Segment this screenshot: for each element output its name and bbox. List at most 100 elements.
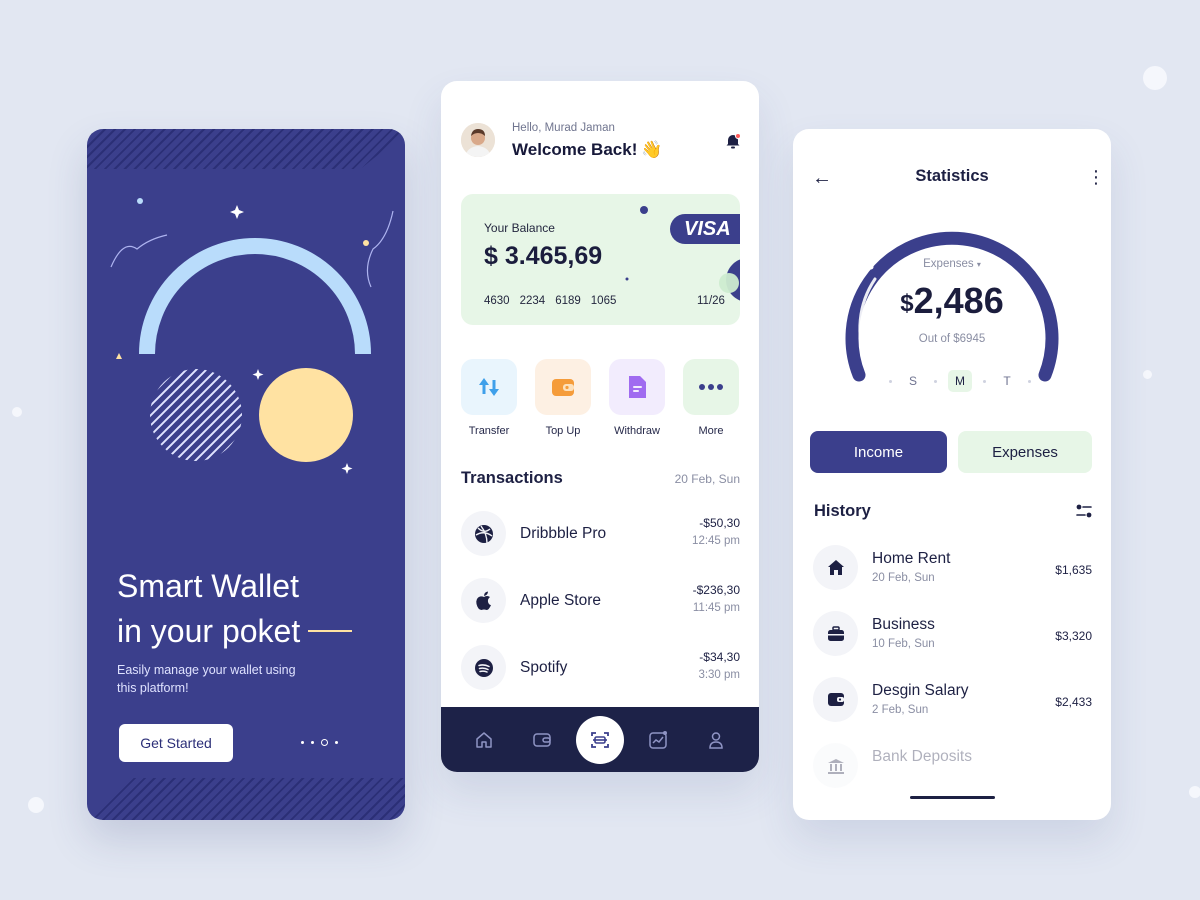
nav-profile[interactable] — [692, 716, 740, 764]
action-withdraw[interactable]: Withdraw — [609, 359, 665, 437]
decor-bubble — [1189, 786, 1200, 798]
visa-logo: VISA — [670, 214, 740, 244]
transaction-name: Apple Store — [520, 592, 601, 609]
pagination-dot[interactable] — [335, 741, 338, 744]
document-icon — [629, 376, 646, 398]
history-name: Desgin Salary — [872, 682, 969, 699]
transaction-amount: -$236,30 — [692, 583, 740, 597]
wallet-icon — [827, 693, 844, 706]
card-number-group: 1065 — [590, 295, 617, 307]
gauge-label[interactable]: Expenses ▾ — [793, 258, 1111, 270]
history-icon-wrap — [813, 677, 858, 722]
title-line-2-text: in your poket — [117, 613, 301, 649]
pagination-dot-active[interactable] — [321, 739, 328, 746]
gauge-currency: $ — [900, 290, 914, 317]
transaction-icon-wrap — [461, 511, 506, 556]
action-tile[interactable] — [535, 359, 591, 415]
transactions-list: Dribbble Pro -$50,30 12:45 pm Apple Stor… — [461, 509, 740, 710]
action-tile[interactable] — [683, 359, 739, 415]
pagination-dot[interactable] — [311, 741, 314, 744]
action-label: More — [698, 425, 724, 437]
history-amount: $3,320 — [1055, 629, 1092, 643]
day-dot — [889, 379, 892, 383]
profile-icon — [709, 731, 723, 749]
history-icon-wrap — [813, 743, 858, 788]
transfer-icon — [479, 378, 499, 396]
dribbble-icon — [474, 524, 493, 543]
greeting-text: Hello, Murad Jaman — [512, 122, 615, 134]
action-more[interactable]: More — [683, 359, 739, 437]
day-option[interactable]: S — [903, 374, 923, 388]
action-transfer[interactable]: Transfer — [461, 359, 517, 437]
avatar-photo-icon — [461, 123, 495, 157]
home-icon — [476, 731, 492, 748]
action-label: Top Up — [545, 425, 581, 437]
avatar[interactable] — [461, 123, 495, 157]
transaction-icon-wrap — [461, 645, 506, 690]
wallet-icon — [533, 732, 551, 747]
action-tile[interactable] — [609, 359, 665, 415]
decor-stripes — [87, 778, 405, 820]
history-row[interactable]: Home Rent 20 Feb, Sun $1,635 — [813, 543, 1092, 609]
gauge-subtitle: Out of $6945 — [918, 333, 986, 345]
chart-icon — [649, 730, 667, 749]
welcome-text: Welcome Back! — [512, 140, 638, 159]
day-option-active[interactable]: M — [948, 370, 972, 392]
action-tile[interactable] — [461, 359, 517, 415]
transaction-time: 12:45 pm — [692, 535, 740, 547]
transaction-row[interactable]: Spotify -$34,30 3:30 pm — [461, 643, 740, 710]
history-amount: $1,635 — [1055, 563, 1092, 577]
pagination-dots[interactable] — [301, 739, 338, 746]
statistics-screen: ← Statistics ⋮ Expenses ▾ $2,486 Out of … — [793, 129, 1111, 820]
nav-wallet[interactable] — [518, 716, 566, 764]
pagination-dot[interactable] — [301, 741, 304, 744]
transaction-row[interactable]: Dribbble Pro -$50,30 12:45 pm — [461, 509, 740, 576]
waving-hand-icon: 👋 — [641, 140, 663, 159]
nav-scan[interactable] — [576, 715, 624, 764]
nav-statistics[interactable] — [634, 716, 682, 764]
house-icon — [827, 560, 844, 575]
get-started-button[interactable]: Get Started — [119, 724, 233, 762]
history-icon-wrap — [813, 611, 858, 656]
transaction-time: 11:45 pm — [692, 602, 740, 614]
transaction-time: 3:30 pm — [698, 669, 740, 681]
tab-expenses[interactable]: Expenses — [958, 431, 1092, 473]
wallet-icon — [552, 379, 574, 396]
filter-icon[interactable] — [1076, 504, 1092, 518]
spotify-icon — [474, 658, 493, 677]
day-selector: S M T — [889, 370, 1031, 392]
tab-income[interactable]: Income — [810, 431, 947, 473]
more-options-icon[interactable]: ⋮ — [1087, 167, 1105, 187]
decor-bubble — [12, 407, 22, 417]
day-option[interactable]: T — [997, 374, 1017, 388]
balance-amount: $ 3.465,69 — [484, 242, 603, 270]
title-dash — [308, 629, 353, 632]
card-number-group: 4630 — [484, 295, 510, 307]
history-row[interactable]: Business 10 Feb, Sun $3,320 — [813, 609, 1092, 675]
decor-bubble — [1143, 370, 1152, 379]
history-row[interactable]: Desgin Salary 2 Feb, Sun $2,433 — [813, 675, 1092, 741]
nav-home[interactable] — [460, 716, 508, 764]
title-line-2: in your poket — [117, 609, 387, 654]
history-icon-wrap — [813, 545, 858, 590]
quick-actions: Transfer Top Up Withdraw More — [461, 359, 739, 437]
page-title: Statistics — [915, 167, 989, 185]
transactions-date[interactable]: 20 Feb, Sun — [675, 472, 740, 486]
scan-icon — [591, 731, 609, 748]
history-name: Business — [872, 616, 935, 633]
notification-bell-icon[interactable] — [725, 132, 741, 150]
transaction-name: Spotify — [520, 659, 568, 676]
title-line-1: Smart Wallet — [117, 568, 299, 604]
transaction-row[interactable]: Apple Store -$236,30 11:45 pm — [461, 576, 740, 643]
balance-label: Your Balance — [484, 221, 555, 235]
card-number-group: 2234 — [519, 295, 546, 307]
onboarding-illustration — [110, 198, 394, 474]
bottom-nav — [441, 707, 759, 772]
onboarding-title: Smart Wallet in your poket — [117, 564, 387, 654]
balance-card[interactable]: Your Balance $ 3.465,69 4630 2234 6189 1… — [461, 194, 740, 325]
action-top-up[interactable]: Top Up — [535, 359, 591, 437]
briefcase-icon — [827, 625, 844, 641]
day-dot — [1028, 379, 1031, 383]
history-list: Home Rent 20 Feb, Sun $1,635 Business 10… — [813, 543, 1092, 807]
day-dot — [934, 379, 937, 383]
